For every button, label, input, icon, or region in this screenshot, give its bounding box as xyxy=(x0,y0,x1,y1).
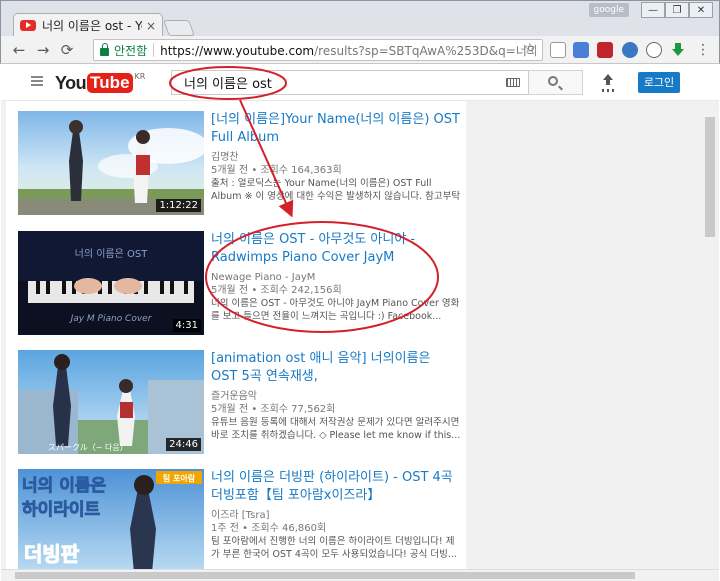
address-bar[interactable]: 안전함 https://www.youtube.com/results?sp=S… xyxy=(93,39,543,61)
thumb-title-text: 너의 이름은 OST xyxy=(75,248,149,260)
reload-button[interactable]: ⟳ xyxy=(57,40,77,60)
menu-icon[interactable]: ⋮ xyxy=(695,42,711,58)
bookmark-star-icon[interactable]: ☆ xyxy=(523,41,536,57)
video-title-link[interactable]: [animation ost 애니 음악] 너의이름은 OST 5곡 연속재생, xyxy=(211,350,461,386)
profile-badge[interactable]: google xyxy=(588,3,629,17)
result-item[interactable]: 1:12:22 [너의 이름은]Your Name(너의 이름은) OST Fu… xyxy=(18,111,463,221)
url-text: https://www.youtube.com/results?sp=SBTqA… xyxy=(160,42,536,59)
search-icon xyxy=(548,76,558,86)
logo-you: You xyxy=(55,72,87,93)
video-meta: 5개월 전 • 조회수 242,156회 xyxy=(211,285,342,296)
video-description: 팀 포아람에서 진행한 너의 이름은 하이라이트 더빙입니다! 제가 부른 한국… xyxy=(211,536,457,560)
thumbnail-dubbing-image: 너의 이름은 하이라이트 더빙판 팀 포아람 xyxy=(18,469,204,569)
eye-extension-icon[interactable] xyxy=(646,42,662,58)
url-path: /results?sp=SBTqAwA%253D&q=너의+이름은+o xyxy=(314,43,536,58)
thumb-team-text: 팀 포아람 xyxy=(163,473,196,483)
minimize-button[interactable]: — xyxy=(641,2,665,18)
logo-region: KR xyxy=(134,72,146,81)
secure-label: 안전함 xyxy=(114,43,148,58)
download-extension-icon[interactable] xyxy=(670,42,686,58)
thumb-subtitle-text: Jay M Piano Cover xyxy=(69,314,153,324)
video-thumbnail[interactable]: 1:12:22 xyxy=(18,111,204,215)
youtube-favicon-icon xyxy=(20,20,36,31)
keyboard-icon[interactable] xyxy=(506,78,520,87)
browser-toolbar: ← → ⟳ 안전함 https://www.youtube.com/result… xyxy=(0,36,720,64)
browser-tab[interactable]: 너의 이름은 ost - YouTu × xyxy=(13,13,163,37)
youtube-masthead: You Tube KR 로그인 xyxy=(1,65,719,101)
channel-name[interactable]: 이즈라 [Tsra] xyxy=(211,509,461,522)
search-input[interactable] xyxy=(172,71,492,94)
logo-tube: Tube xyxy=(87,73,133,93)
thumb-title-text: 너의 이름은 xyxy=(22,476,106,496)
youtube-logo[interactable]: You Tube KR xyxy=(55,72,145,94)
result-info: [animation ost 애니 음악] 너의이름은 OST 5곡 연속재생,… xyxy=(211,350,461,442)
video-meta: 5개월 전 • 조회수 77,562회 xyxy=(211,404,336,415)
thumb-caption-text: スパークル（~ 다음） xyxy=(48,443,128,452)
maximize-button[interactable]: ❐ xyxy=(665,2,689,18)
video-thumbnail[interactable]: スパークル（~ 다음） 24:46 xyxy=(18,350,204,454)
video-meta: 5개월 전 • 조회수 164,363회 xyxy=(211,165,342,176)
extension-page-icon[interactable] xyxy=(550,42,566,58)
video-duration: 1:12:22 xyxy=(156,199,201,212)
video-title-link[interactable]: 너의 이름은 더빙판 (하이라이트) - OST 4곡 더빙포함【팀 포아람x이… xyxy=(211,469,461,505)
video-meta: 1주 전 • 조회수 46,860회 xyxy=(211,523,327,534)
guide-menu-icon[interactable] xyxy=(31,76,43,86)
window-titlebar: 너의 이름은 ost - YouTu × google — ❐ ✕ xyxy=(0,0,720,37)
back-button[interactable]: ← xyxy=(9,40,29,60)
result-item[interactable]: 너의 이름은 하이라이트 더빙판 팀 포아람 너의 이름은 더빙판 (하이라이트… xyxy=(18,469,463,569)
video-description: 유튜브 음원 등록에 대해서 저작권상 문제가 있다면 알려주시면 바로 조치를… xyxy=(211,417,461,441)
result-info: 너의 이름은 OST - 아무것도 아니야 - Radwimps Piano C… xyxy=(211,231,461,323)
channel-name[interactable]: 즐거운음악 xyxy=(211,390,461,403)
horizontal-scrollbar[interactable] xyxy=(1,569,719,581)
result-info: [너의 이름은]Your Name(너의 이름은) OST Full Album… xyxy=(211,111,461,203)
address-separator xyxy=(153,43,155,57)
blue-extension-icon[interactable] xyxy=(622,42,638,58)
channel-name[interactable]: Newage Piano - JayM xyxy=(211,271,461,284)
video-description: 너의 이름은 OST - 아무것도 아니야 JayM Piano Cover 영… xyxy=(211,298,460,322)
lock-icon xyxy=(100,42,109,56)
new-tab-button[interactable] xyxy=(163,20,195,36)
vertical-scrollbar[interactable] xyxy=(702,101,718,569)
result-item[interactable]: スパークル（~ 다음） 24:46 [animation ost 애니 음악] … xyxy=(18,350,463,460)
translate-extension-icon[interactable] xyxy=(573,42,589,58)
login-button[interactable]: 로그인 xyxy=(638,72,680,93)
tab-close-icon[interactable]: × xyxy=(146,19,156,33)
horizontal-scroll-thumb[interactable] xyxy=(15,572,635,579)
video-thumbnail[interactable]: 너의 이름은 OST Jay M Piano Cover 4:31 xyxy=(18,231,204,335)
forward-button[interactable]: → xyxy=(33,40,53,60)
search-results-page: 1:12:22 [너의 이름은]Your Name(너의 이름은) OST Fu… xyxy=(1,101,719,569)
video-duration: 24:46 xyxy=(166,438,201,451)
upload-icon[interactable] xyxy=(601,74,615,90)
video-title-link[interactable]: [너의 이름은]Your Name(너의 이름은) OST Full Album xyxy=(211,111,461,147)
search-button[interactable] xyxy=(529,70,583,95)
channel-name[interactable]: 김명찬 xyxy=(211,151,461,164)
close-window-button[interactable]: ✕ xyxy=(689,2,713,18)
video-thumbnail[interactable]: 너의 이름은 하이라이트 더빙판 팀 포아람 xyxy=(18,469,204,569)
result-info: 너의 이름은 더빙판 (하이라이트) - OST 4곡 더빙포함【팀 포아람x이… xyxy=(211,469,461,561)
video-description: 출처 : 얼로딕스는 Your Name(너의 이름은) OST Full Al… xyxy=(211,178,461,202)
tab-title: 너의 이름은 ost - YouTu xyxy=(42,19,142,33)
video-title-link[interactable]: 너의 이름은 OST - 아무것도 아니야 - Radwimps Piano C… xyxy=(211,231,461,267)
vertical-scroll-thumb[interactable] xyxy=(705,117,715,237)
results-list: 1:12:22 [너의 이름은]Your Name(너의 이름은) OST Fu… xyxy=(6,101,466,569)
window-controls: — ❐ ✕ xyxy=(641,2,713,18)
result-item[interactable]: 너의 이름은 OST Jay M Piano Cover 4:31 너의 이름은… xyxy=(18,231,463,341)
thumb-dubbing-text: 더빙판 xyxy=(24,542,80,566)
search-box xyxy=(171,70,529,95)
url-domain: https://www.youtube.com xyxy=(160,43,315,58)
thumb-subtitle-text: 하이라이트 xyxy=(22,500,101,520)
video-duration: 4:31 xyxy=(172,319,201,332)
media-extension-icon[interactable] xyxy=(597,42,613,58)
